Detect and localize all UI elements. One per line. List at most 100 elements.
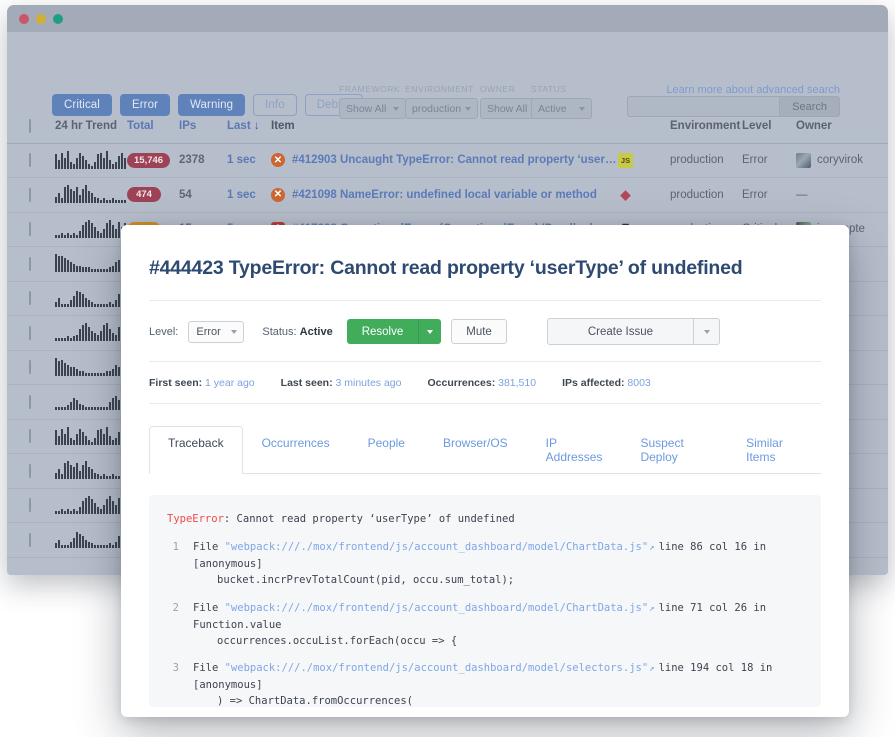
frame-code: occurrences.occuList.forEach(occu => { — [217, 634, 458, 647]
level-filter-critical[interactable]: Critical — [52, 94, 112, 116]
resolve-button[interactable]: Resolve — [347, 319, 419, 344]
sparkline-chart — [55, 219, 127, 238]
table-row[interactable]: 15,746 2378 1 sec ✕ #412903 Uncaught TypeErr… — [7, 144, 888, 178]
modal-meta-bar: First seen: 1 year ago Last seen: 3 minut… — [149, 362, 821, 403]
row-checkbox[interactable] — [29, 429, 31, 444]
resolve-split-button[interactable]: Resolve — [346, 319, 442, 344]
filter-group-status: STATUS Active — [531, 84, 592, 119]
exception-message: : Cannot read property ‘userType’ of und… — [223, 513, 515, 525]
modal-action-bar: Level: Error Status: Active Resolve Mute… — [149, 301, 821, 361]
header-environment[interactable]: Environment — [670, 120, 742, 132]
header-total[interactable]: Total — [127, 120, 179, 132]
sparkline-chart — [55, 461, 127, 480]
level-select[interactable]: Error — [188, 320, 245, 343]
filter-select-environment[interactable]: production — [405, 98, 478, 119]
row-select-cell — [29, 429, 55, 444]
row-checkbox[interactable] — [29, 463, 31, 478]
window-titlebar — [7, 5, 888, 32]
filter-group-framework: FRAMEWORK Show All — [339, 84, 406, 119]
sparkline-chart — [55, 254, 127, 273]
tab-occurrences[interactable]: Occurrences — [243, 426, 349, 474]
last-seen-cell: 1 sec — [227, 188, 256, 201]
select-all-checkbox[interactable] — [29, 118, 31, 133]
frame-file-keyword: File — [193, 662, 225, 675]
zoom-window-button[interactable] — [53, 13, 63, 24]
row-select-cell — [29, 360, 55, 375]
create-issue-split-button[interactable]: Create Issue — [546, 318, 721, 345]
meta-item: Last seen: 3 minutes ago — [281, 377, 402, 389]
status-label: Status: Active — [262, 326, 332, 338]
framework-cell: JS — [618, 152, 670, 168]
header-owner[interactable]: Owner — [796, 120, 888, 132]
item-title-link[interactable]: #412903 Uncaught TypeError: Cannot read … — [292, 154, 618, 166]
tab-similar-items[interactable]: Similar Items — [727, 426, 821, 474]
rb-framework-icon: ◆ — [620, 186, 631, 202]
trend-sparkline — [55, 323, 127, 342]
level-filter-warning[interactable]: Warning — [178, 94, 246, 116]
row-checkbox[interactable] — [29, 187, 31, 202]
frame-path-link[interactable]: "webpack:///./mox/frontend/js/account_da… — [225, 541, 649, 553]
create-issue-button[interactable]: Create Issue — [548, 319, 693, 344]
row-checkbox[interactable] — [29, 498, 31, 513]
header-level[interactable]: Level — [742, 120, 796, 132]
row-checkbox[interactable] — [29, 256, 31, 271]
search-button[interactable]: Search — [779, 96, 840, 117]
level-label: Level: — [149, 325, 179, 338]
row-select-cell — [29, 325, 55, 340]
header-ips[interactable]: IPs — [179, 120, 227, 132]
tab-browser-os[interactable]: Browser/OS — [424, 426, 527, 474]
total-badge: 474 — [127, 187, 161, 203]
trend-sparkline — [55, 357, 127, 376]
frame-path-link[interactable]: "webpack:///./mox/frontend/js/account_da… — [225, 662, 649, 674]
level-filter-info[interactable]: Info — [253, 94, 297, 116]
meta-value: 8003 — [624, 377, 651, 389]
sparkline-chart — [55, 426, 127, 445]
level-cell: Error — [742, 188, 768, 201]
item-title-link[interactable]: #421098 NameError: undefined local varia… — [292, 189, 597, 201]
row-checkbox[interactable] — [29, 291, 31, 306]
owner-name: — — [796, 188, 808, 201]
select-all-cell — [29, 118, 55, 133]
row-checkbox[interactable] — [29, 325, 31, 340]
trend-sparkline — [55, 531, 127, 549]
meta-key: IPs affected: — [562, 377, 625, 389]
framework-cell: ◆ — [618, 187, 670, 202]
trend-sparkline — [55, 219, 127, 238]
frame-number: 1 — [172, 541, 179, 554]
level-filter-error[interactable]: Error — [119, 94, 171, 116]
search-input[interactable] — [627, 96, 780, 117]
mute-button[interactable]: Mute — [451, 319, 507, 344]
meta-item: First seen: 1 year ago — [149, 377, 255, 389]
external-link-icon[interactable]: ↗ — [649, 663, 654, 677]
traceback-frame: 1 File "webpack:///./mox/frontend/js/acco… — [167, 539, 803, 588]
filter-select-framework[interactable]: Show All — [339, 98, 406, 119]
create-issue-dropdown-toggle[interactable] — [693, 319, 719, 344]
tab-ip-addresses[interactable]: IP Addresses — [527, 426, 622, 474]
header-item[interactable]: Item — [271, 120, 618, 132]
traceback-panel: TypeError: Cannot read property ‘userTyp… — [149, 495, 821, 707]
total-cell: 474 — [127, 187, 179, 203]
row-checkbox[interactable] — [29, 222, 31, 237]
resolve-dropdown-toggle[interactable] — [418, 319, 441, 344]
frame-body: File "webpack:///./mox/frontend/js/accou… — [193, 539, 803, 588]
close-window-button[interactable] — [19, 13, 29, 24]
trend-sparkline — [55, 393, 127, 411]
row-checkbox[interactable] — [29, 153, 31, 168]
tab-suspect-deploy[interactable]: Suspect Deploy — [621, 426, 727, 474]
filter-select-status[interactable]: Active — [531, 98, 592, 119]
minimize-window-button[interactable] — [36, 13, 46, 24]
header-last[interactable]: Last ↓ — [227, 120, 271, 132]
advanced-search-link[interactable]: Learn more about advanced search — [666, 84, 840, 96]
row-checkbox[interactable] — [29, 394, 31, 409]
header-trend[interactable]: 24 hr Trend — [55, 120, 127, 132]
tab-people[interactable]: People — [349, 426, 424, 474]
tab-traceback[interactable]: Traceback — [149, 426, 243, 474]
external-link-icon[interactable]: ↗ — [649, 603, 654, 617]
row-checkbox[interactable] — [29, 360, 31, 375]
external-link-icon[interactable]: ↗ — [649, 542, 654, 556]
row-checkbox[interactable] — [29, 532, 31, 547]
frame-path-link[interactable]: "webpack:///./mox/frontend/js/account_da… — [225, 602, 649, 614]
table-row[interactable]: 474 54 1 sec ✕ #421098 NameError: undefined … — [7, 178, 888, 213]
exception-headline: TypeError: Cannot read property ‘userTyp… — [167, 511, 803, 527]
meta-key: First seen: — [149, 377, 203, 389]
